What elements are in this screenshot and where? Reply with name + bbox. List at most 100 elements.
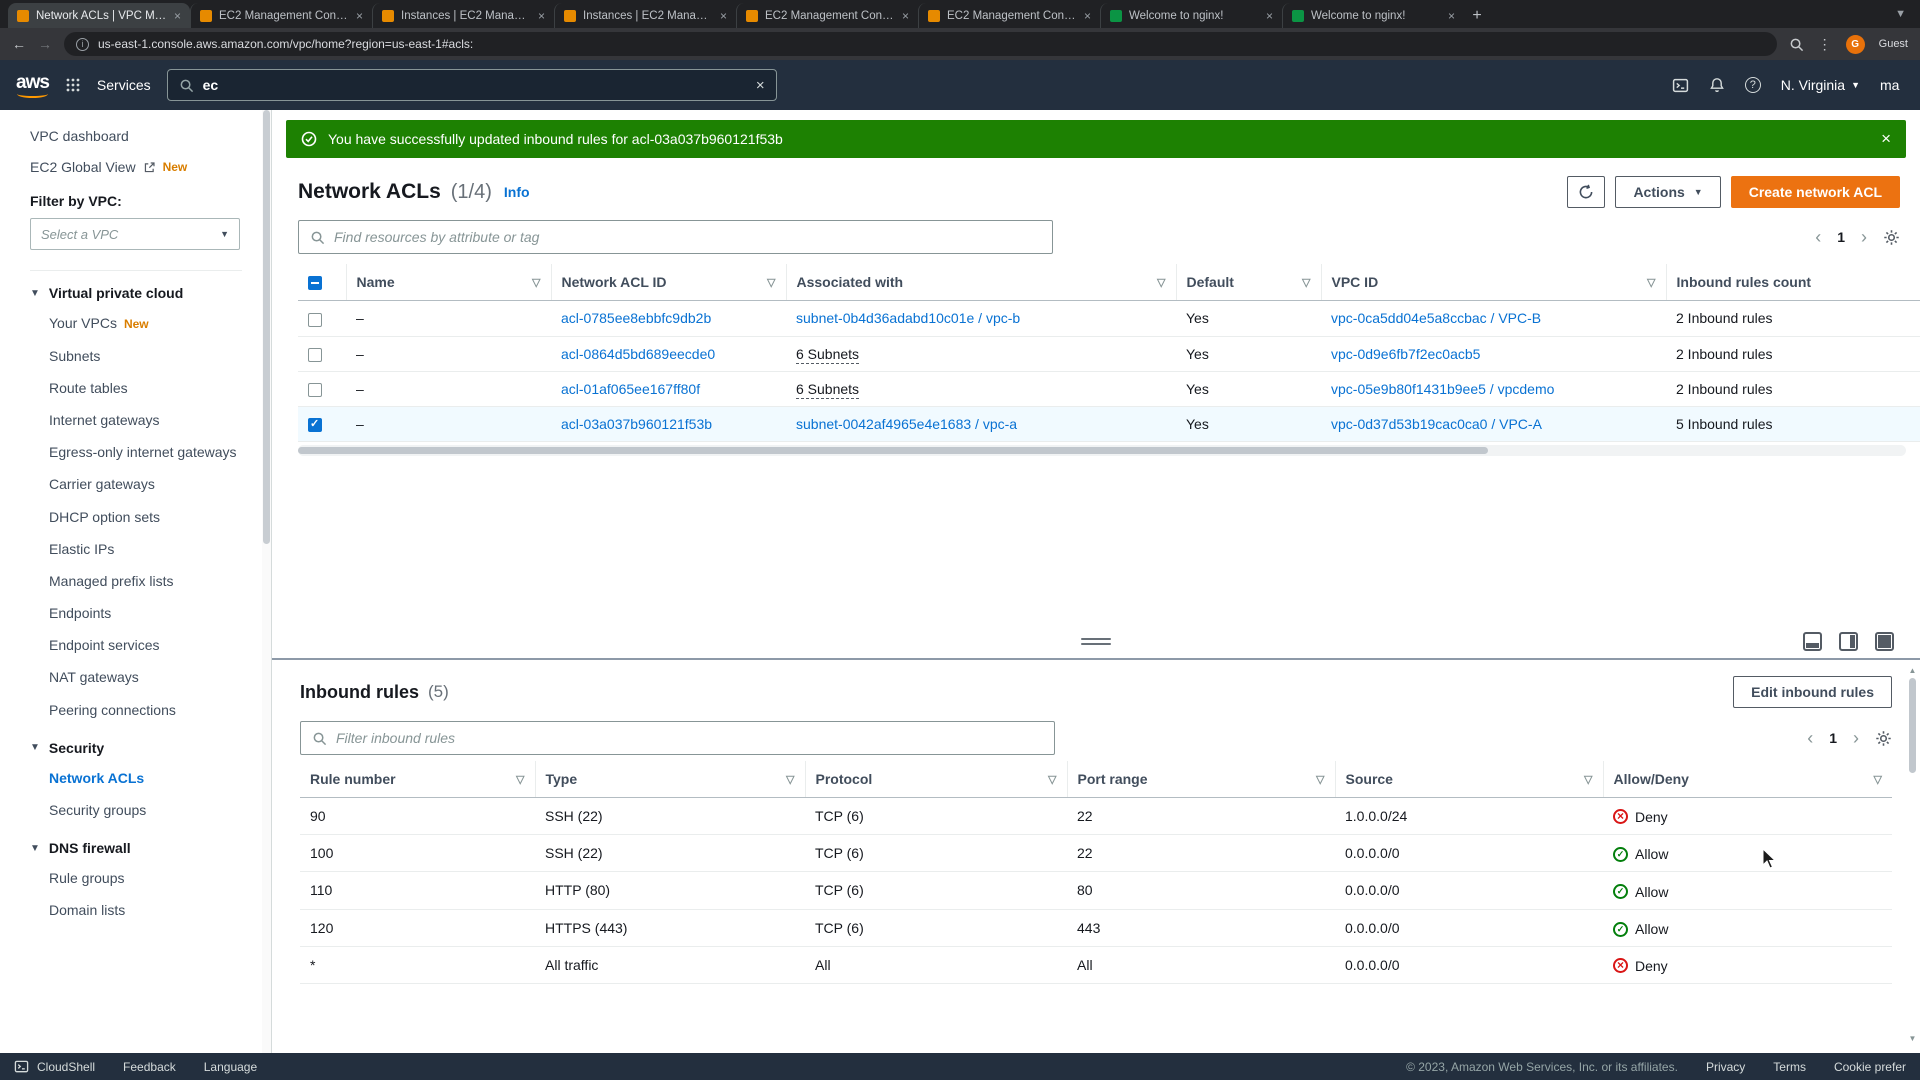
sidebar-item-dhcp-option-sets[interactable]: DHCP option sets [30,501,245,533]
sidebar-item-domain-lists[interactable]: Domain lists [30,894,245,926]
account-menu[interactable]: ma [1880,77,1904,93]
sidebar-item-endpoint-services[interactable]: Endpoint services [30,629,245,661]
col-header-protocol[interactable]: Protocol ▽ [804,761,1067,798]
close-tab-icon[interactable]: × [902,9,909,23]
filter-icon[interactable]: ▽ [532,276,540,289]
table-row-selected[interactable]: – acl-03a037b960121f53b subnet-0042af496… [298,406,1920,443]
browser-tab[interactable]: EC2 Management Console × [190,3,372,28]
browser-menu-icon[interactable]: ⋮ [1818,36,1832,53]
aws-logo[interactable]: aws [16,72,50,99]
footer-privacy[interactable]: Privacy [1706,1060,1745,1074]
edit-inbound-rules-button[interactable]: Edit inbound rules [1733,676,1892,708]
associated-with-link[interactable]: subnet-0b4d36adabd10c01e / vpc-b [796,310,1020,326]
col-header-default[interactable]: Default ▽ [1175,264,1321,302]
col-header-rule-number[interactable]: Rule number ▽ [300,761,535,798]
browser-tab[interactable]: Welcome to nginx! × [1282,3,1464,28]
vpc-id-link[interactable]: vpc-0d37d53b19cac0ca0 / VPC-A [1331,416,1542,432]
services-menu[interactable]: Services [97,77,151,93]
site-info-icon[interactable]: i [76,37,89,51]
vpc-id-link[interactable]: vpc-0d9e6fb7f2ec0acb5 [1331,346,1480,362]
scrollbar-thumb[interactable] [298,447,1488,455]
scroll-down-icon[interactable]: ▼ [1909,1034,1917,1043]
actions-button[interactable]: Actions ▼ [1615,176,1721,208]
row-checkbox[interactable] [308,417,322,433]
filter-icon[interactable]: ▽ [1874,773,1882,786]
col-header-allow-deny[interactable]: Allow/Deny ▽ [1602,761,1892,798]
rule-row[interactable]: * All traffic All All 0.0.0.0/0 Deny [300,946,1892,984]
select-all-checkbox[interactable] [308,276,322,291]
browser-tab[interactable]: Instances | EC2 Management Co × [372,3,554,28]
sidebar-item-route-tables[interactable]: Route tables [30,372,245,404]
filter-icon[interactable]: ▽ [516,773,524,786]
region-selector[interactable]: N. Virginia ▼ [1781,77,1860,93]
footer-terms[interactable]: Terms [1773,1060,1806,1074]
sidebar-item-rule-groups[interactable]: Rule groups [30,862,245,894]
section-virtual-private-cloud[interactable]: ▼ Virtual private cloud [30,285,271,301]
associated-with-popover[interactable]: 6 Subnets [796,381,860,400]
sidebar-item-egress-only-internet-gateways[interactable]: Egress-only internet gateways [30,436,245,468]
rule-row[interactable]: 100 SSH (22) TCP (6) 22 0.0.0.0/0 Allow [300,834,1892,872]
close-tab-icon[interactable]: × [1084,9,1091,23]
page-number[interactable]: 1 [1829,730,1837,746]
vpc-id-link[interactable]: vpc-05e9b80f1431b9ee5 / vpcdemo [1331,381,1554,397]
col-header-acl-id[interactable]: Network ACL ID ▽ [550,264,786,302]
acl-id-link[interactable]: acl-01af065ee167ff80f [561,381,700,397]
sidebar-item-elastic-ips[interactable]: Elastic IPs [30,533,245,565]
sidebar-item-your-vpcs[interactable]: Your VPCs New [30,307,245,340]
close-tab-icon[interactable]: × [1448,9,1455,23]
search-tabs-icon[interactable] [1789,37,1804,52]
sidebar-item-endpoints[interactable]: Endpoints [30,597,245,629]
notifications-bell-icon[interactable] [1709,77,1725,93]
table-settings-gear-icon[interactable] [1875,730,1892,747]
resource-filter-input[interactable] [334,229,1041,245]
sidebar-item-nat-gateways[interactable]: NAT gateways [30,661,245,693]
footer-feedback[interactable]: Feedback [123,1060,176,1074]
next-page-icon[interactable]: › [1861,228,1867,246]
console-search-input[interactable]: ec × [166,69,777,101]
rules-filter-input[interactable] [336,730,1043,746]
browser-profile-avatar[interactable]: G [1845,34,1865,54]
browser-tab[interactable]: EC2 Management Console × [918,3,1100,28]
dismiss-flashbar-icon[interactable]: × [1881,129,1891,149]
col-header-type[interactable]: Type ▽ [534,761,805,798]
apps-grid-icon[interactable] [65,77,81,93]
footer-language[interactable]: Language [204,1060,257,1074]
page-number[interactable]: 1 [1837,229,1845,245]
footer-cookie-preferences[interactable]: Cookie prefer [1834,1060,1906,1074]
section-security[interactable]: ▼ Security [30,740,271,756]
split-panel-drag-handle[interactable] [1081,638,1111,645]
table-row[interactable]: – acl-0864d5bd689eecde0 6 Subnets Yes vp… [298,336,1920,372]
help-icon[interactable]: ? [1744,77,1761,93]
close-tab-icon[interactable]: × [174,9,181,23]
scrollbar-thumb[interactable] [1909,678,1916,773]
address-bar[interactable]: i us-east-1.console.aws.amazon.com/vpc/h… [64,32,1777,56]
sidebar-scrollbar[interactable] [262,110,271,1053]
vertical-scrollbar[interactable]: ▲ ▼ [1907,666,1918,1043]
cloudshell-icon[interactable] [1672,77,1689,94]
row-checkbox[interactable] [308,383,322,398]
close-tab-icon[interactable]: × [720,9,727,23]
chevron-down-icon[interactable]: ▼ [1895,8,1906,20]
col-header-inbound-rules-count[interactable]: Inbound rules count [1665,264,1920,302]
filter-icon[interactable]: ▽ [1584,773,1592,786]
browser-tab[interactable]: EC2 Management Console × [736,3,918,28]
table-row[interactable]: – acl-01af065ee167ff80f 6 Subnets Yes vp… [298,371,1920,408]
browser-tab[interactable]: Instances | EC2 Management Co × [554,3,736,28]
forward-icon[interactable]: → [38,36,52,52]
acl-id-link[interactable]: acl-03a037b960121f53b [561,416,712,432]
vpc-id-link[interactable]: vpc-0ca5dd04e5a8ccbac / VPC-B [1331,310,1541,326]
prev-page-icon[interactable]: ‹ [1815,228,1821,246]
filter-icon[interactable]: ▽ [1157,276,1165,289]
filter-icon[interactable]: ▽ [786,773,794,786]
acl-id-link[interactable]: acl-0785ee8ebbfc9db2b [561,310,711,326]
col-header-associated-with[interactable]: Associated with ▽ [785,264,1176,302]
rule-row[interactable]: 90 SSH (22) TCP (6) 22 1.0.0.0/24 Deny [300,797,1892,835]
sidebar-item-carrier-gateways[interactable]: Carrier gateways [30,468,245,500]
split-panel-side-position-icon[interactable] [1839,632,1858,651]
footer-cloudshell[interactable]: CloudShell [14,1059,95,1074]
sidebar-item-network-acls[interactable]: Network ACLs [30,762,245,794]
browser-tab[interactable]: Network ACLs | VPC Managem × [8,3,190,28]
split-panel-bottom-position-icon[interactable] [1803,632,1822,651]
clear-search-icon[interactable]: × [756,77,765,94]
info-link[interactable]: Info [504,184,530,200]
